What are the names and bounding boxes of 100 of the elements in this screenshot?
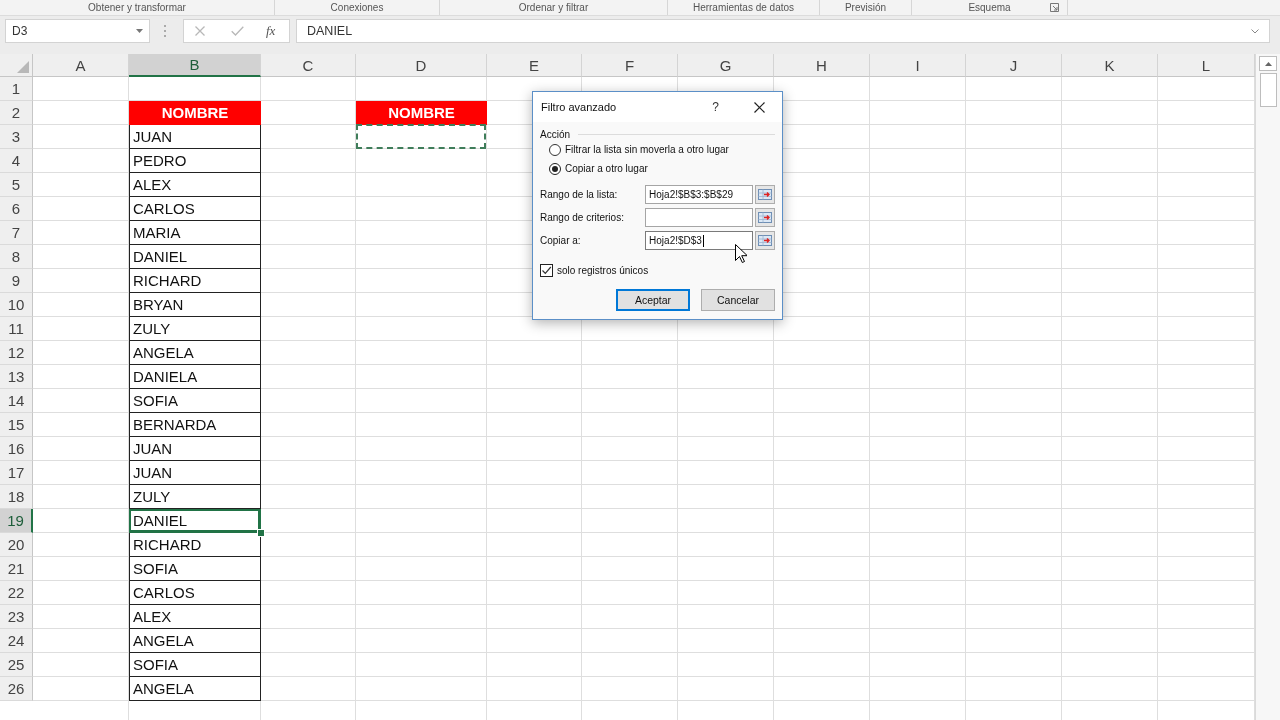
- row-header[interactable]: 4: [0, 149, 33, 173]
- name-box[interactable]: D3: [5, 19, 150, 43]
- column-header[interactable]: J: [966, 54, 1062, 77]
- scroll-thumb[interactable]: [1259, 73, 1277, 107]
- row-header[interactable]: 11: [0, 317, 33, 341]
- header-cell: NOMBRE: [356, 101, 487, 125]
- table-cell: ALEX: [129, 605, 261, 629]
- row-header[interactable]: 22: [0, 581, 33, 605]
- radio-label[interactable]: Copiar a otro lugar: [565, 163, 648, 174]
- checkbox[interactable]: [540, 263, 553, 277]
- table-cell: CARLOS: [129, 197, 261, 221]
- row-header[interactable]: 3: [0, 125, 33, 149]
- ribbon-group-label: Ordenar y filtrar: [518, 2, 589, 13]
- column-header[interactable]: F: [582, 54, 678, 77]
- field-label: Rango de la lista:: [540, 189, 619, 200]
- row-header[interactable]: 10: [0, 293, 33, 317]
- vertical-scrollbar[interactable]: [1255, 54, 1280, 720]
- close-icon[interactable]: [754, 101, 765, 113]
- collapse-button[interactable]: [755, 231, 775, 250]
- field-label: Copiar a:: [540, 235, 582, 246]
- table-cell: DANIEL: [129, 245, 261, 269]
- table-cell: ANGELA: [129, 677, 261, 701]
- table-cell: PEDRO: [129, 149, 261, 173]
- row-header[interactable]: 15: [0, 413, 33, 437]
- table-cell: BERNARDA: [129, 413, 261, 437]
- row-header[interactable]: 13: [0, 365, 33, 389]
- chevron-icon[interactable]: [1251, 28, 1259, 34]
- row-header[interactable]: 7: [0, 221, 33, 245]
- caret-icon[interactable]: [136, 29, 143, 33]
- table-cell: SOFIA: [129, 389, 261, 413]
- scroll-up-button[interactable]: [1259, 56, 1277, 71]
- ribbon-group-label: Previsión: [844, 2, 887, 13]
- row-header[interactable]: 8: [0, 245, 33, 269]
- column-header[interactable]: I: [870, 54, 966, 77]
- row-header[interactable]: 25: [0, 653, 33, 677]
- radio-button[interactable]: [549, 162, 561, 175]
- formula-field[interactable]: DANIEL: [296, 19, 1270, 43]
- dialog-button[interactable]: Aceptar: [616, 289, 690, 311]
- column-header[interactable]: L: [1158, 54, 1255, 77]
- table-cell: ZULY: [129, 485, 261, 509]
- grid-arrow-icon: [758, 212, 773, 223]
- row-header[interactable]: 6: [0, 197, 33, 221]
- column-header[interactable]: C: [261, 54, 356, 77]
- input-field[interactable]: [645, 208, 754, 227]
- cross-icon[interactable]: [195, 26, 205, 36]
- input-field[interactable]: Hoja2!$D$3: [645, 231, 754, 250]
- up-arrow-icon: [1264, 61, 1272, 66]
- fill-handle[interactable]: [257, 529, 265, 537]
- dialog-button[interactable]: Cancelar: [701, 289, 775, 311]
- mouse-pointer-icon: [735, 244, 747, 263]
- row-header[interactable]: 12: [0, 341, 33, 365]
- radio-label[interactable]: Filtrar la lista sin moverla a otro lugar: [565, 144, 729, 155]
- row-header[interactable]: 2: [0, 101, 33, 125]
- text-cursor: [702, 234, 704, 247]
- row-header[interactable]: 5: [0, 173, 33, 197]
- column-header[interactable]: D: [356, 54, 487, 77]
- row-header[interactable]: 20: [0, 533, 33, 557]
- column-header[interactable]: K: [1062, 54, 1158, 77]
- row-header[interactable]: 17: [0, 461, 33, 485]
- collapse-button[interactable]: [755, 185, 775, 204]
- row-header[interactable]: 18: [0, 485, 33, 509]
- triangle-icon: [17, 61, 29, 73]
- row-header[interactable]: 24: [0, 629, 33, 653]
- table-cell: RICHARD: [129, 269, 261, 293]
- radio-button[interactable]: [549, 143, 561, 156]
- input-field[interactable]: Hoja2!$B$3:$B$29: [645, 185, 754, 204]
- column-header[interactable]: G: [678, 54, 774, 77]
- field-label: Rango de criterios:: [540, 212, 625, 223]
- row-header[interactable]: 23: [0, 605, 33, 629]
- table-cell: SOFIA: [129, 653, 261, 677]
- header-cell: NOMBRE: [129, 101, 261, 125]
- column-header[interactable]: B: [129, 54, 261, 77]
- collapse-button[interactable]: [755, 208, 775, 227]
- row-header[interactable]: 9: [0, 269, 33, 293]
- dialog-title: Filtro avanzado: [541, 101, 617, 113]
- row-header[interactable]: 26: [0, 677, 33, 701]
- group-label: Acción: [540, 128, 570, 140]
- ribbon-group-label: Herramientas de datos: [692, 2, 795, 13]
- corner-arrow-icon[interactable]: [1050, 3, 1059, 12]
- row-header[interactable]: 14: [0, 389, 33, 413]
- checkbox-label[interactable]: solo registros únicos: [557, 264, 649, 276]
- table-cell: JUAN: [129, 461, 261, 485]
- row-header[interactable]: 1: [0, 77, 33, 101]
- table-cell: SOFIA: [129, 557, 261, 581]
- row-header[interactable]: 16: [0, 437, 33, 461]
- ribbon-group-label: Conexiones: [330, 2, 384, 13]
- column-header[interactable]: A: [33, 54, 129, 77]
- column-header[interactable]: E: [487, 54, 582, 77]
- column-header[interactable]: H: [774, 54, 870, 77]
- help-button[interactable]: ?: [712, 100, 719, 114]
- table-cell: ANGELA: [129, 629, 261, 653]
- row-header[interactable]: 21: [0, 557, 33, 581]
- ribbon-group-label: Esquema: [968, 2, 1011, 13]
- insert-function-button[interactable]: fx: [266, 23, 276, 39]
- table-cell: ANGELA: [129, 341, 261, 365]
- table-cell: JUAN: [129, 437, 261, 461]
- table-cell: JUAN: [129, 125, 261, 149]
- check-icon[interactable]: [231, 26, 244, 36]
- row-header[interactable]: 19: [0, 509, 33, 533]
- grid-arrow-icon: [758, 189, 773, 200]
